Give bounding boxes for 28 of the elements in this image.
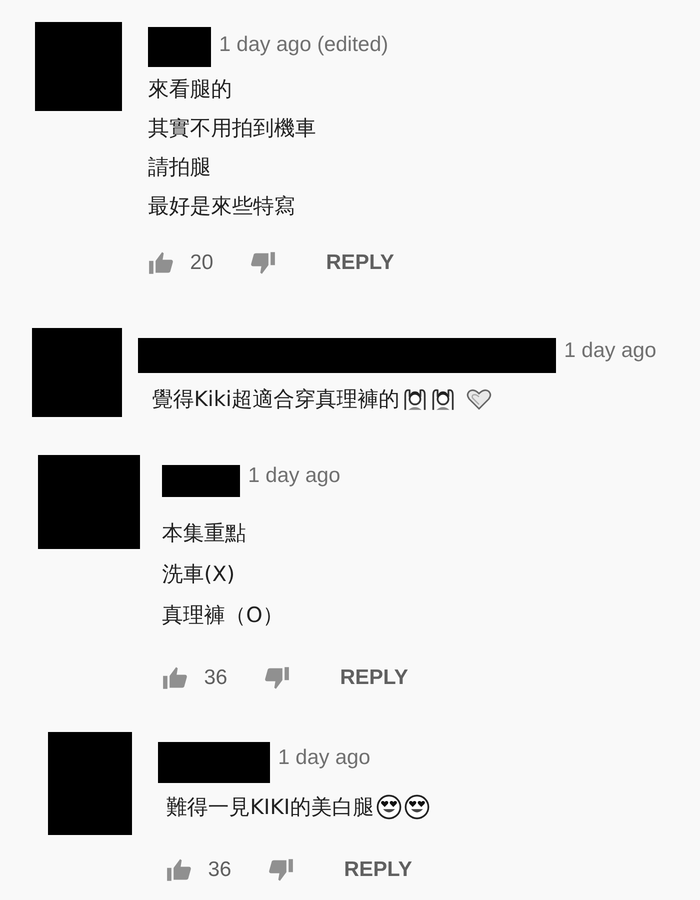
reply-button[interactable]: REPLY bbox=[340, 662, 408, 694]
comment-time: 1 day ago (edited) bbox=[219, 32, 388, 56]
redacted-name bbox=[148, 27, 211, 67]
like-count: 36 bbox=[208, 858, 232, 882]
thumbs-down-icon[interactable] bbox=[268, 857, 294, 883]
comment-text: 真理褲（O） bbox=[162, 602, 284, 628]
reply-button[interactable]: REPLY bbox=[326, 247, 394, 279]
comment-time: 1 day ago bbox=[248, 464, 340, 488]
reply-button[interactable]: REPLY bbox=[344, 854, 412, 886]
comment-time: 1 day ago bbox=[564, 338, 656, 362]
heart-eyes-emoji-icon bbox=[376, 794, 402, 820]
comment-text: 本集重點 bbox=[162, 520, 246, 546]
thumbs-up-icon[interactable] bbox=[148, 250, 174, 276]
like-count: 36 bbox=[204, 666, 228, 690]
thumbs-up-icon[interactable] bbox=[166, 857, 192, 883]
comment-time: 1 day ago bbox=[278, 746, 370, 770]
comment-text: 來看腿的 bbox=[148, 76, 232, 102]
thumbs-down-icon[interactable] bbox=[250, 250, 276, 276]
comment-text: 請拍腿 bbox=[148, 154, 211, 180]
like-count: 20 bbox=[190, 251, 214, 275]
comment-text: 覺得Kiki超適合穿真理褲的 bbox=[152, 386, 400, 412]
comment-text: 難得一見KIKI的美白腿 bbox=[166, 794, 374, 820]
comment-text: 其實不用拍到機車 bbox=[148, 114, 316, 142]
heart-eyes-emoji-icon bbox=[404, 794, 430, 820]
comment-text: 最好是來些特寫 bbox=[148, 192, 295, 220]
thumbs-up-icon[interactable] bbox=[162, 665, 188, 691]
comment-text: 洗車(X) bbox=[162, 560, 235, 588]
thumbs-down-icon[interactable] bbox=[264, 665, 290, 691]
